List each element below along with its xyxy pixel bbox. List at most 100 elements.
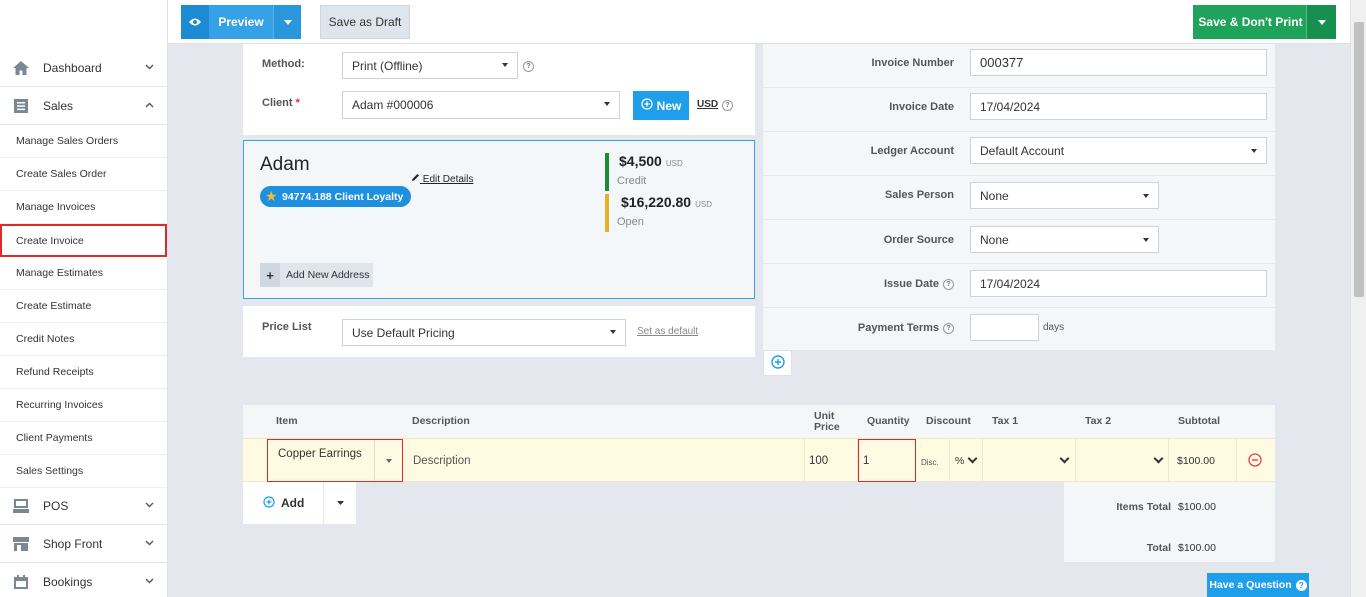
method-select[interactable]: Print (Offline)	[342, 52, 518, 79]
sidebar-item-sales[interactable]: Sales	[0, 87, 167, 125]
save-dropdown-toggle[interactable]	[1306, 5, 1336, 39]
sidebar-item-dashboard[interactable]: Dashboard	[0, 49, 167, 87]
add-item-button[interactable]: Add	[243, 482, 324, 524]
preview-button[interactable]: Preview	[181, 5, 301, 39]
sidebar-item-label: POS	[43, 498, 69, 513]
sidebar-item-create-sales-order[interactable]: Create Sales Order	[0, 158, 167, 191]
set-as-default-link[interactable]: Set as default	[637, 326, 698, 337]
open-bar	[605, 194, 609, 232]
item-value: Copper Earrings	[278, 448, 362, 460]
order-source-select[interactable]: None	[970, 226, 1159, 253]
new-client-button[interactable]: New	[633, 91, 689, 120]
ledger-account-select[interactable]: Default Account	[970, 137, 1267, 164]
unit-price-input[interactable]: 100	[809, 455, 828, 467]
currency-link[interactable]: USD	[697, 99, 718, 110]
save-draft-button[interactable]: Save as Draft	[320, 5, 410, 39]
sidebar-item-label: Bookings	[43, 574, 93, 589]
credit-currency: USD	[665, 159, 683, 168]
item-select[interactable]: Copper Earrings	[267, 439, 403, 482]
description-input[interactable]: Description	[413, 455, 471, 467]
calendar-icon	[11, 574, 31, 590]
order-source-value: None	[980, 232, 1009, 247]
sidebar-item-bookings[interactable]: Bookings	[0, 563, 167, 597]
invoice-number-label: Invoice Number	[871, 57, 954, 69]
sidebar-item-sales-settings[interactable]: Sales Settings	[0, 455, 167, 488]
preview-dropdown-toggle[interactable]	[273, 5, 301, 39]
help-icon[interactable]: ?	[943, 322, 954, 334]
ledger-account-label: Ledger Account	[870, 145, 954, 157]
chevron-down-icon	[145, 62, 155, 73]
sales-person-select[interactable]: None	[970, 182, 1159, 209]
client-card: Adam Edit Details ★ 94774.188 Client Loy…	[243, 140, 755, 299]
sidebar-item-refund-receipts[interactable]: Refund Receipts	[0, 356, 167, 389]
payment-terms-label-text: Payment Terms	[857, 322, 939, 334]
sidebar-item-manage-invoices[interactable]: Manage Invoices	[0, 191, 167, 224]
sidebar-item-create-estimate[interactable]: Create Estimate	[0, 290, 167, 323]
scrollbar-thumb[interactable]	[1354, 22, 1364, 297]
totals-panel: Items Total $100.00 Total $100.00	[1064, 482, 1275, 562]
table-row: Copper Earrings Description 100 1 Disc. …	[243, 438, 1275, 482]
help-icon[interactable]: ?	[722, 100, 733, 111]
client-select[interactable]: Adam #000006	[342, 91, 620, 119]
add-new-address-button[interactable]: + Add New Address	[260, 263, 373, 287]
discount-type-value: %	[955, 455, 965, 467]
eye-icon	[181, 5, 209, 39]
remove-row-icon[interactable]	[1248, 453, 1262, 470]
client-name: Adam	[260, 154, 310, 175]
help-icon[interactable]: ?	[943, 278, 954, 290]
plus-circle-icon	[770, 354, 785, 372]
item-dropdown-toggle[interactable]	[374, 440, 402, 481]
star-icon: ★	[265, 188, 278, 204]
order-source-row: Order Source None	[763, 220, 1275, 264]
loyalty-text: 94774.188 Client Loyalty	[282, 190, 404, 203]
sidebar-item-shop-front[interactable]: Shop Front	[0, 525, 167, 563]
invoice-details-panel: Invoice Number 000377 Invoice Date 17/04…	[763, 44, 1275, 350]
have-a-question-button[interactable]: Have a Question ?	[1207, 573, 1309, 597]
save-label: Save & Don't Print	[1198, 15, 1303, 29]
caret-down-icon	[1251, 149, 1257, 153]
loyalty-badge: ★ 94774.188 Client Loyalty	[260, 186, 412, 207]
quantity-input[interactable]: 1	[858, 439, 916, 482]
sidebar-item-manage-sales-orders[interactable]: Manage Sales Orders	[0, 125, 167, 158]
add-item-group: Add	[243, 482, 356, 524]
header-price: Price	[814, 421, 840, 433]
scrollbar[interactable]	[1350, 0, 1366, 597]
sidebar-item-credit-notes[interactable]: Credit Notes	[0, 323, 167, 356]
invoice-number-input[interactable]: 000377	[970, 49, 1267, 76]
issue-date-label: Issue Date?	[884, 278, 954, 290]
discount-input[interactable]: Disc.	[921, 458, 939, 467]
sidebar-item-recurring-invoices[interactable]: Recurring Invoices	[0, 389, 167, 422]
sidebar-item-pos[interactable]: POS	[0, 487, 167, 525]
header-discount: Discount	[926, 415, 971, 427]
days-label: days	[1043, 322, 1065, 333]
payment-terms-input[interactable]	[970, 314, 1039, 341]
add-address-label: Add New Address	[286, 269, 370, 281]
add-field-button[interactable]	[763, 350, 792, 376]
header-tax2: Tax 2	[1085, 415, 1112, 427]
invoice-date-input[interactable]: 17/04/2024	[970, 93, 1267, 120]
plus-circle-icon	[263, 495, 275, 511]
price-list-label: Price List	[262, 321, 312, 333]
caret-down-icon	[610, 330, 616, 334]
sidebar-item-create-invoice[interactable]: Create Invoice	[0, 224, 167, 257]
header-tax1: Tax 1	[992, 415, 1019, 427]
sidebar-item-client-payments[interactable]: Client Payments	[0, 422, 167, 455]
price-list-select[interactable]: Use Default Pricing	[342, 319, 626, 346]
items-total-value: $100.00	[1178, 501, 1216, 513]
preview-label: Preview	[218, 15, 264, 29]
save-dont-print-button[interactable]: Save & Don't Print	[1193, 5, 1336, 39]
caret-down-icon	[1143, 194, 1149, 198]
issue-date-input[interactable]: 17/04/2024	[970, 270, 1267, 297]
sidebar-item-manage-estimates[interactable]: Manage Estimates	[0, 257, 167, 290]
invoice-number-row: Invoice Number 000377	[763, 44, 1275, 88]
sales-person-label: Sales Person	[884, 189, 954, 201]
quantity-value: 1	[863, 455, 870, 467]
invoice-date-label: Invoice Date	[889, 101, 954, 113]
add-dropdown-toggle[interactable]	[324, 482, 356, 524]
help-icon[interactable]: ?	[523, 61, 534, 72]
edit-details-link[interactable]: Edit Details	[411, 173, 473, 185]
invoice-date-row: Invoice Date 17/04/2024	[763, 88, 1275, 132]
client-label: Client *	[262, 97, 300, 109]
header-quantity: Quantity	[867, 415, 910, 427]
chevron-up-icon	[145, 100, 155, 111]
